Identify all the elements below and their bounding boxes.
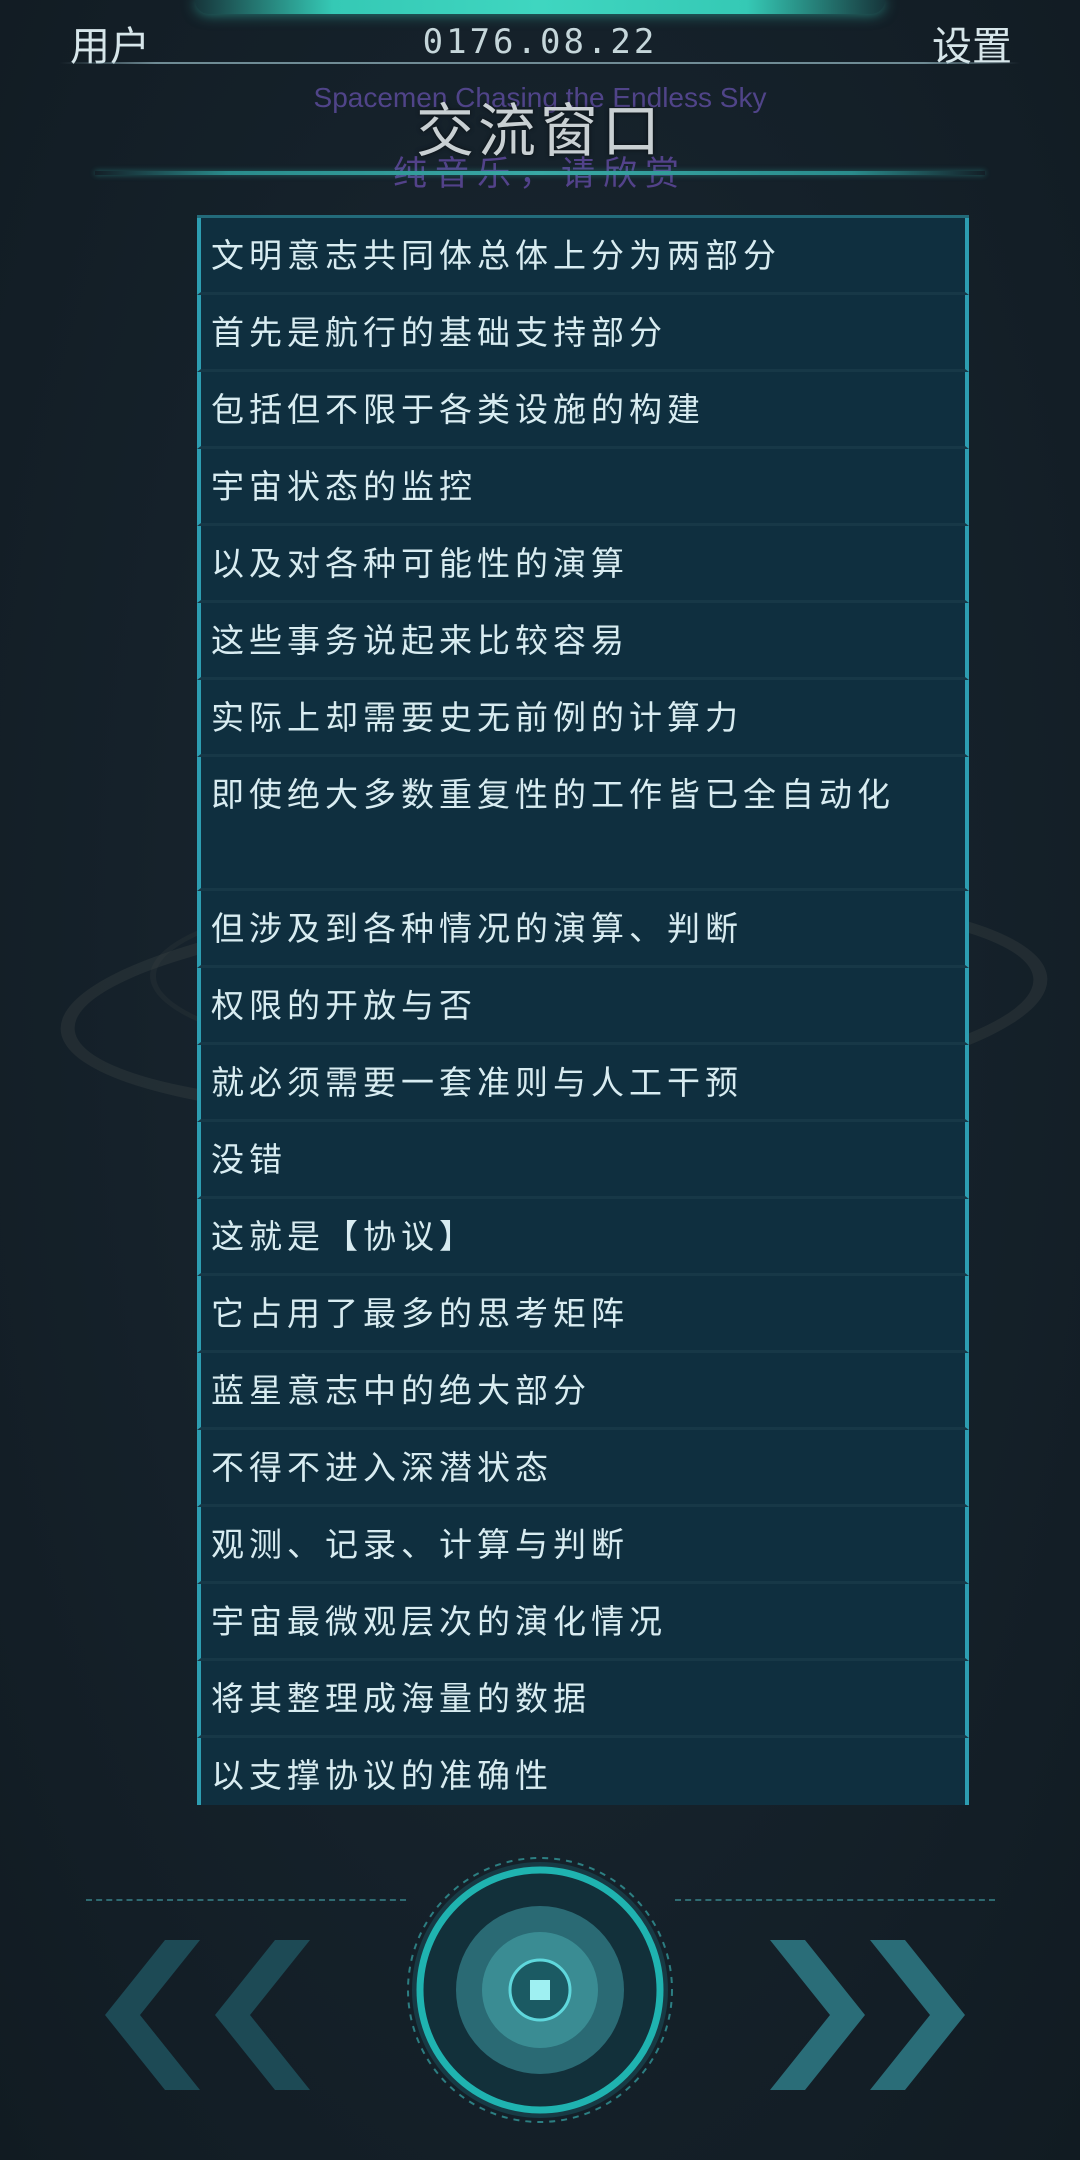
next-button[interactable] [760, 1930, 980, 2100]
control-dash-right [675, 1899, 995, 1901]
message-item: 实际上却需要史无前例的计算力 [197, 680, 969, 757]
header-divider [60, 62, 1020, 64]
message-item: 蓝星意志中的绝大部分 [197, 1353, 969, 1430]
message-item: 它占用了最多的思考矩阵 [197, 1276, 969, 1353]
double-chevron-right-icon [770, 1940, 965, 2090]
message-list[interactable]: 文明意志共同体总体上分为两部分 首先是航行的基础支持部分 包括但不限于各类设施的… [197, 215, 969, 1805]
message-item: 就必须需要一套准则与人工干预 [197, 1045, 969, 1122]
message-item: 但涉及到各种情况的演算、判断 [197, 891, 969, 968]
play-record-button[interactable] [400, 1850, 680, 2130]
message-item: 宇宙状态的监控 [197, 449, 969, 526]
message-item: 即使绝大多数重复性的工作皆已全自动化 [197, 757, 969, 891]
message-item: 首先是航行的基础支持部分 [197, 295, 969, 372]
control-dash-left [86, 1899, 406, 1901]
message-item: 文明意志共同体总体上分为两部分 [197, 218, 969, 295]
message-item: 这些事务说起来比较容易 [197, 603, 969, 680]
top-header: 用户 0176.08.22 设置 [0, 0, 1080, 70]
message-item: 包括但不限于各类设施的构建 [197, 372, 969, 449]
title-divider [95, 171, 985, 175]
message-item: 将其整理成海量的数据 [197, 1661, 969, 1738]
record-button-icon [407, 1857, 673, 2123]
date-display: 0176.08.22 [422, 22, 658, 62]
message-item: 以支撑协议的准确性 [197, 1738, 969, 1805]
message-item: 不得不进入深潜状态 [197, 1430, 969, 1507]
message-item: 没错 [197, 1122, 969, 1199]
message-list-top-edge [197, 215, 969, 218]
message-item: 以及对各种可能性的演算 [197, 526, 969, 603]
double-chevron-left-icon [105, 1940, 310, 2090]
message-item: 宇宙最微观层次的演化情况 [197, 1584, 969, 1661]
message-item: 权限的开放与否 [197, 968, 969, 1045]
previous-button[interactable] [100, 1930, 320, 2100]
message-item: 这就是【协议】 [197, 1199, 969, 1276]
message-item: 观测、记录、计算与判断 [197, 1507, 969, 1584]
